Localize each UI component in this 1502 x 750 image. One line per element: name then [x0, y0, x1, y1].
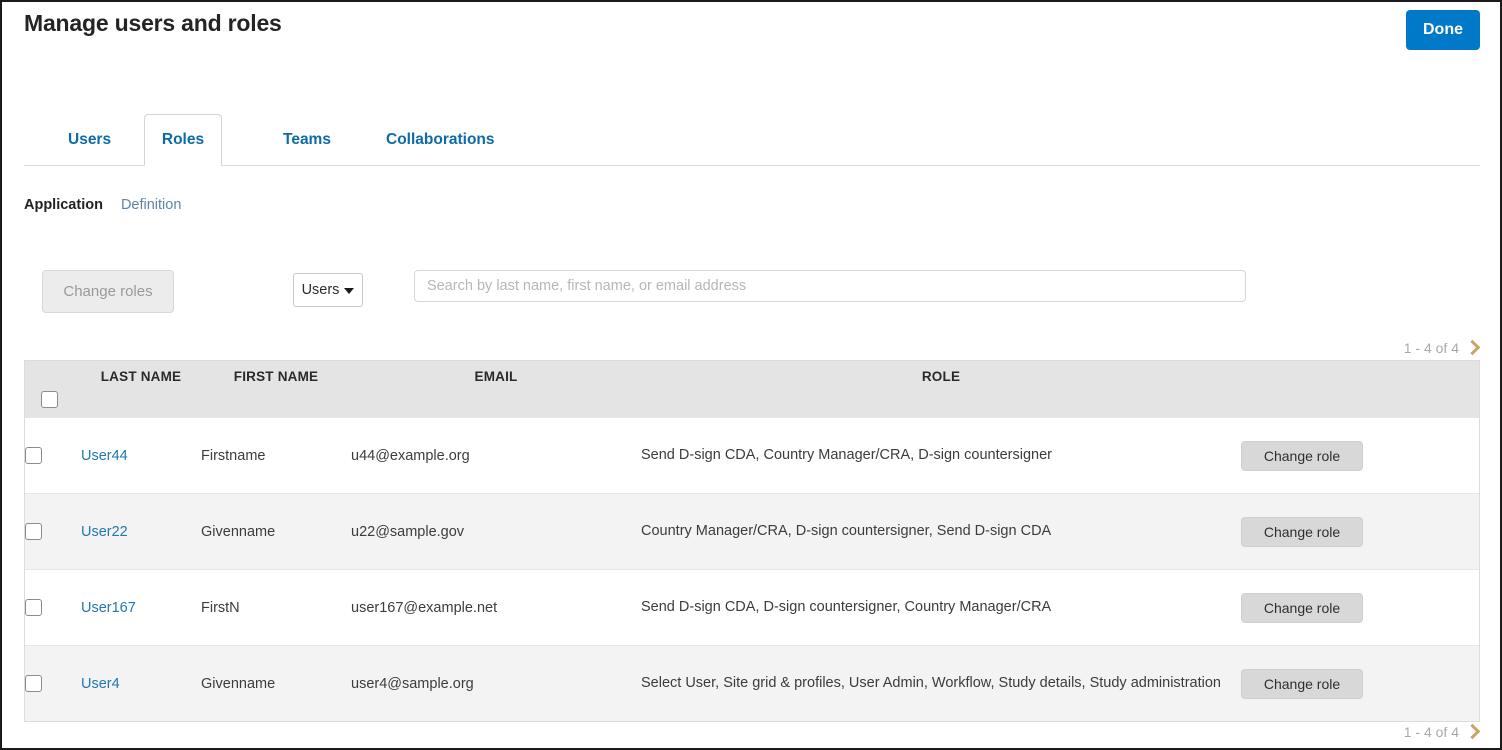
cell-last-name: User167	[81, 570, 201, 646]
chevron-down-icon	[344, 288, 355, 294]
cell-last-name: User4	[81, 646, 201, 722]
row-checkbox[interactable]	[25, 447, 42, 464]
cell-role: Send D-sign CDA, Country Manager/CRA, D-…	[641, 446, 1053, 463]
table-body: User44 Firstname u44@example.org Send D-…	[25, 417, 1479, 722]
page-title: Manage users and roles	[24, 10, 282, 36]
pagination-range-label: 1 - 4 of 4	[1403, 724, 1459, 740]
row-select-cell	[25, 646, 81, 722]
cell-last-name: User44	[81, 418, 201, 494]
user-link[interactable]: User4	[81, 676, 120, 692]
user-link[interactable]: User22	[81, 524, 128, 540]
subnav-item-application[interactable]: Application	[24, 197, 103, 213]
tab-users[interactable]: Users	[54, 114, 125, 165]
cell-action: Change role	[1241, 418, 1479, 494]
tab-bar: Users Roles Teams Collaborations	[24, 114, 1480, 166]
column-header-email[interactable]: EMAIL	[351, 361, 641, 418]
cell-email: user167@example.net	[351, 599, 498, 616]
change-role-button[interactable]: Change role	[1241, 668, 1363, 699]
done-button[interactable]: Done	[1406, 10, 1480, 50]
table-toolbar: Change roles Users	[24, 270, 1480, 314]
column-header-last-name[interactable]: LAST NAME	[81, 361, 201, 418]
tab-collaborations[interactable]: Collaborations	[372, 114, 509, 165]
change-role-button[interactable]: Change role	[1241, 592, 1363, 623]
row-select-cell	[25, 570, 81, 646]
table-row: User22 Givenname u22@sample.gov Country …	[25, 493, 1479, 570]
cell-action: Change role	[1241, 646, 1479, 722]
table-header-select-all	[25, 361, 81, 418]
cell-email: u44@example.org	[351, 447, 470, 464]
user-link[interactable]: User44	[81, 448, 128, 464]
table-header-row: LAST NAME FIRST NAME EMAIL ROLE	[25, 361, 1479, 418]
sub-navigation: Application Definition	[24, 197, 181, 213]
cell-last-name: User22	[81, 494, 201, 570]
pagination-bottom[interactable]: 1 - 4 of 4	[1403, 723, 1481, 740]
subnav-item-definition[interactable]: Definition	[121, 197, 181, 213]
cell-email: user4@sample.org	[351, 675, 474, 692]
row-checkbox[interactable]	[25, 675, 42, 692]
cell-action: Change role	[1241, 494, 1479, 570]
change-role-button[interactable]: Change role	[1241, 440, 1363, 471]
users-roles-table: LAST NAME FIRST NAME EMAIL ROLE User44 F…	[24, 360, 1480, 722]
cell-first-name: Givenname	[201, 523, 276, 540]
manage-users-and-roles-page: Manage users and roles Done Users Roles …	[0, 0, 1502, 750]
column-header-role[interactable]: ROLE	[641, 361, 1241, 418]
change-roles-button[interactable]: Change roles	[42, 270, 174, 313]
column-header-action	[1241, 361, 1479, 418]
tab-roles[interactable]: Roles	[144, 114, 222, 166]
cell-first-name: Firstname	[201, 447, 266, 464]
column-header-first-name[interactable]: FIRST NAME	[201, 361, 351, 418]
scope-select[interactable]: Users	[293, 273, 363, 307]
cell-first-name: FirstN	[201, 599, 240, 616]
table-row: User4 Givenname user4@sample.org Select …	[25, 645, 1479, 722]
pagination-top[interactable]: 1 - 4 of 4	[1403, 339, 1481, 356]
scope-select-value: Users	[301, 282, 340, 298]
row-checkbox[interactable]	[25, 523, 42, 540]
page-header: Manage users and roles Done	[2, 2, 1500, 64]
pagination-range-label: 1 - 4 of 4	[1403, 340, 1459, 356]
table-row: User44 Firstname u44@example.org Send D-…	[25, 417, 1479, 494]
change-role-button[interactable]: Change role	[1241, 516, 1363, 547]
cell-first-name: Givenname	[201, 675, 276, 692]
table-row: User167 FirstN user167@example.net Send …	[25, 569, 1479, 646]
cell-role: Select User, Site grid & profiles, User …	[641, 674, 1221, 691]
user-link[interactable]: User167	[81, 600, 136, 616]
row-checkbox[interactable]	[25, 599, 42, 616]
cell-role: Country Manager/CRA, D-sign countersigne…	[641, 522, 1052, 539]
tab-teams[interactable]: Teams	[269, 114, 345, 165]
row-select-cell	[25, 494, 81, 570]
cell-action: Change role	[1241, 570, 1479, 646]
cell-role: Send D-sign CDA, D-sign countersigner, C…	[641, 598, 1052, 615]
chevron-right-icon[interactable]	[1464, 339, 1481, 356]
select-all-checkbox[interactable]	[41, 391, 58, 408]
cell-email: u22@sample.gov	[351, 523, 465, 540]
search-input[interactable]	[414, 270, 1246, 302]
row-select-cell	[25, 418, 81, 494]
chevron-right-icon[interactable]	[1464, 723, 1481, 740]
